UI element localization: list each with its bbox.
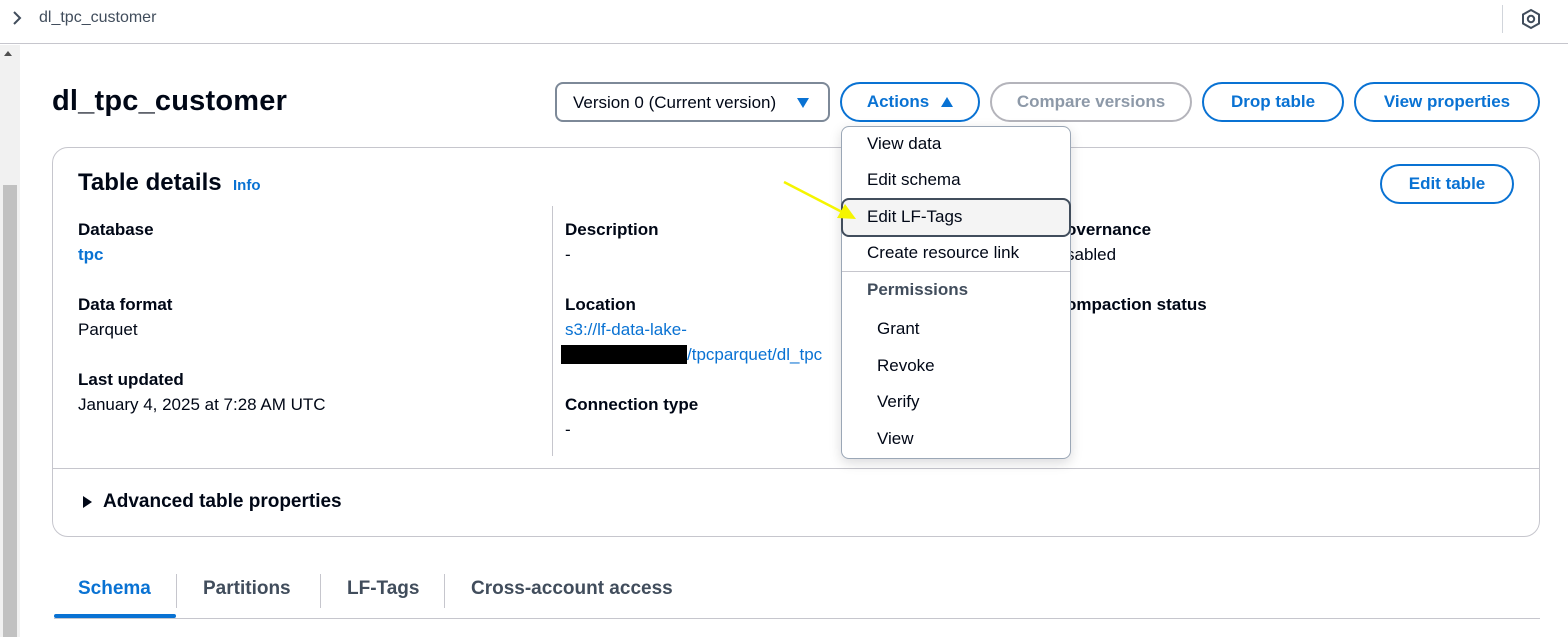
- table-details-heading: Table details: [78, 169, 222, 196]
- page-title: dl_tpc_customer: [52, 85, 288, 117]
- tab-divider: [176, 574, 177, 608]
- menu-item-edit-schema[interactable]: Edit schema: [867, 170, 961, 190]
- tab-partitions[interactable]: Partitions: [203, 578, 291, 600]
- description-label: Description: [565, 220, 659, 239]
- last-updated-label: Last updated: [78, 370, 184, 389]
- connection-type-label: Connection type: [565, 395, 699, 414]
- location-link[interactable]: s3://lf-data-lake-: [565, 320, 687, 340]
- breadcrumb: dl_tpc_customer: [39, 9, 157, 26]
- info-link[interactable]: Info: [233, 177, 261, 194]
- compaction-status-label: ompaction status: [1066, 295, 1207, 314]
- chevron-right-icon[interactable]: [11, 10, 23, 26]
- view-properties-button[interactable]: View properties: [1354, 82, 1540, 122]
- version-select-value: Version 0 (Current version): [573, 93, 777, 112]
- location-label: Location: [565, 295, 636, 314]
- tab-divider: [320, 574, 321, 608]
- menu-item-grant[interactable]: Grant: [877, 319, 920, 339]
- active-tab-indicator: [54, 614, 176, 618]
- annotation-arrow-icon: [783, 180, 856, 219]
- menu-item-view-data[interactable]: View data: [867, 134, 941, 154]
- tab-divider: [444, 574, 445, 608]
- drop-table-button[interactable]: Drop table: [1202, 82, 1344, 122]
- edit-table-button[interactable]: Edit table: [1380, 164, 1514, 204]
- menu-item-verify[interactable]: Verify: [877, 392, 920, 412]
- menu-group-permissions: Permissions: [867, 280, 969, 299]
- top-bar: dl_tpc_customer: [0, 0, 1568, 44]
- description-value: -: [565, 245, 571, 264]
- data-format-label: Data format: [78, 295, 173, 314]
- tab-lf-tags[interactable]: LF-Tags: [347, 578, 419, 600]
- connection-type-value: -: [565, 420, 571, 439]
- menu-item-view[interactable]: View: [877, 429, 914, 449]
- caret-down-icon: [797, 98, 809, 108]
- tabs-baseline: [54, 618, 1540, 619]
- menu-item-create-resource-link[interactable]: Create resource link: [867, 243, 1019, 263]
- tab-schema[interactable]: Schema: [78, 578, 151, 600]
- card-divider: [53, 468, 1539, 469]
- menu-divider: [842, 271, 1070, 272]
- tab-cross-account-access[interactable]: Cross-account access: [471, 578, 673, 600]
- last-updated-value: January 4, 2025 at 7:28 AM UTC: [78, 395, 326, 414]
- actions-button-label: Actions: [866, 92, 930, 111]
- governance-value: sabled: [1066, 245, 1117, 264]
- caret-right-icon[interactable]: [83, 496, 92, 508]
- settings-icon[interactable]: [1520, 8, 1542, 30]
- scroll-up-arrow-icon[interactable]: [4, 51, 12, 56]
- scrollbar-thumb[interactable]: [3, 185, 17, 637]
- actions-button[interactable]: Actions: [840, 82, 980, 122]
- caret-up-icon: [941, 97, 954, 107]
- menu-item-revoke[interactable]: Revoke: [877, 356, 935, 376]
- version-select[interactable]: Version 0 (Current version): [555, 82, 830, 122]
- location-link-continued[interactable]: /tpcparquet/dl_tpc: [687, 345, 822, 365]
- advanced-table-properties-toggle[interactable]: Advanced table properties: [103, 491, 342, 513]
- compare-versions-button[interactable]: Compare versions: [990, 82, 1192, 122]
- column-divider: [552, 206, 553, 456]
- governance-label: overnance: [1066, 220, 1152, 239]
- menu-item-edit-lf-tags[interactable]: Edit LF-Tags: [867, 207, 962, 227]
- topbar-divider: [1502, 5, 1503, 33]
- redaction-bar: [561, 345, 687, 364]
- database-label: Database: [78, 220, 154, 239]
- database-link[interactable]: tpc: [78, 245, 104, 265]
- data-format-value: Parquet: [78, 320, 138, 339]
